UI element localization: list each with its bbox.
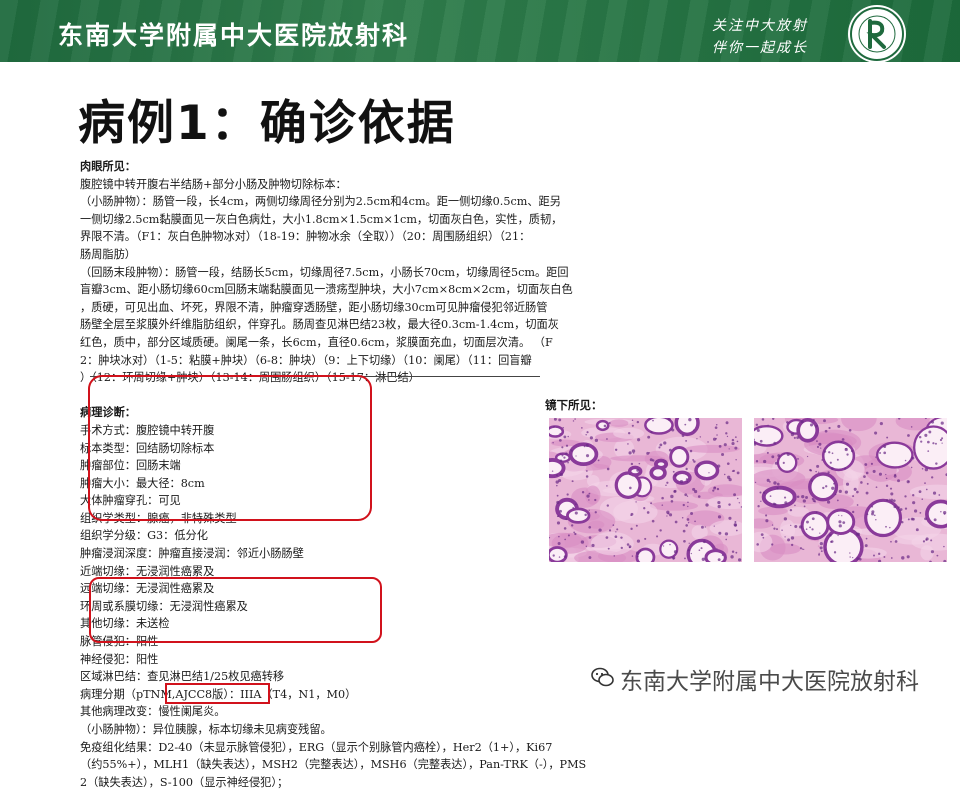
watermark-text: 东南大学附属中大医院放射科 — [620, 669, 919, 695]
report-line: （小肠肿物）：异位胰腺，标本切缘未见病变残留。 — [80, 723, 332, 736]
report-line: 腹腔镜中转开腹右半结肠+部分小肠及肿物切除标本： — [80, 177, 347, 191]
report-line: （回肠末段肿物）：肠管一段，结肠长5cm，切缘周径7.5cm，小肠长70cm，切… — [80, 265, 569, 279]
histology-image-low-power — [549, 418, 742, 562]
microscopy-label: 镜下所见： — [545, 398, 603, 412]
report-line: 免疫组化结果：D2-40（未显示脉管侵犯），ERG（显示个别脉管内癌栓），Her… — [80, 740, 553, 754]
report-line: 界限不清。（F1：灰白色肿物冰对）（18-19：肿物冰余（全取））（20：周围肠… — [80, 230, 531, 244]
report-line: 盲瓣3cm、距小肠切缘60cm回肠末端黏膜面见一溃疡型肿块，大小7cm×8cm×… — [80, 283, 573, 297]
report-line: 肠壁全层至浆膜外纤维脂肪组织，伴穿孔。肠周查见淋巴结23枚，最大径0.3cm-1… — [80, 318, 559, 332]
slogan-line-2: 伴你一起成长 — [712, 40, 808, 56]
report-line: 组织学分级：G3：低分化 — [80, 529, 208, 543]
slide-title: 病例1：确诊依据 — [78, 96, 456, 151]
department-title: 东南大学附属中大医院放射科 — [58, 21, 410, 50]
slogan-line-1: 关注中大放射 — [712, 18, 808, 34]
header-banner: 东南大学附属中大医院放射科 关注中大放射 伴你一起成长 — [0, 0, 960, 62]
report-line: 区域淋巴结：查见淋巴结1/25枚见癌转移 — [80, 670, 285, 684]
mlh1-highlight-box — [165, 683, 270, 704]
report-line: 红色，质中，部分区域质硬。阑尾一条，长6cm，直径0.6cm，浆膜面充血，切面层… — [80, 335, 553, 349]
report-line: 2：肿块冰对）（1-5：粘膜+肿块）（6-8：肿块）（9：上下切缘）（10：阑尾… — [80, 353, 532, 367]
report-line: （小肠肿物）：肠管一段，长4cm，两侧切缘周径分别为2.5cm和4cm。距一侧切… — [80, 195, 561, 209]
hospital-logo-icon — [848, 5, 906, 62]
report-line: 肠周脂肪） — [80, 247, 136, 261]
report-line: 2（缺失表达），S-100（显示神经侵犯）； — [80, 775, 289, 789]
report-line: 神经侵犯：阳性 — [80, 652, 159, 666]
report-line: （约55%+），MLH1（缺失表达），MSH2（完整表达），MSH6（完整表达）… — [80, 758, 587, 772]
report-line: ，质硬，可见出血、坏死，界限不清，肿瘤穿透肠壁，距小肠切缘30cm可见肿瘤侵犯邻… — [80, 300, 548, 314]
report-line: 一侧切缘2.5cm黏膜面见一灰白色病灶，大小1.8cm×1.5cm×1cm，切面… — [80, 212, 563, 226]
diagnosis-highlight-box — [88, 375, 372, 521]
invasion-highlight-box — [89, 577, 382, 643]
report-line: 肉眼所见： — [80, 159, 136, 173]
report-line: 病理分期（pTNM,AJCC8版）：IIIA（T4，N1，M0） — [80, 687, 357, 701]
wechat-icon — [590, 664, 616, 690]
report-line: 其他病理改变：慢性阑尾炎。 — [80, 705, 226, 719]
report-line: 肿瘤浸润深度：肿瘤直接浸润：邻近小肠肠壁 — [80, 547, 304, 561]
histology-image-high-power — [754, 418, 947, 562]
